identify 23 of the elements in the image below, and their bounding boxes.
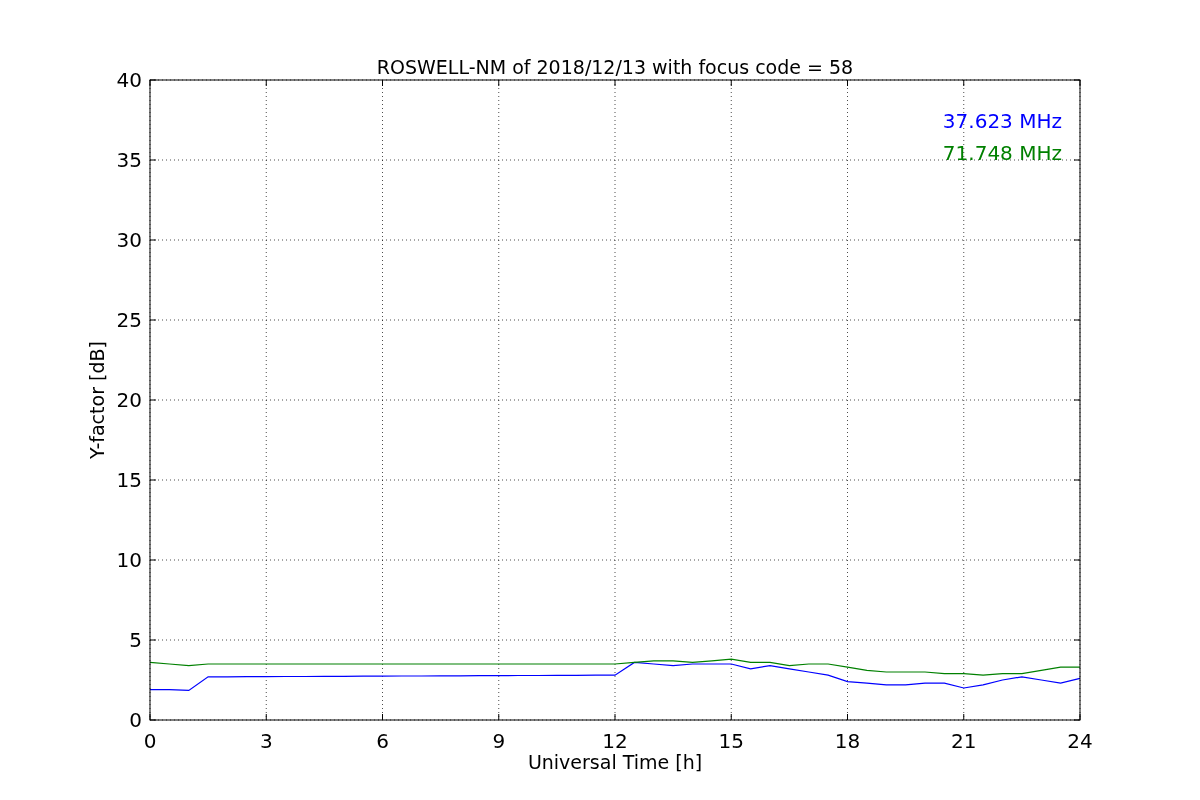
x-tick-label: 3 [259, 729, 273, 753]
y-axis-label: Y-factor [dB] [86, 341, 108, 459]
chart-title: ROSWELL-NM of 2018/12/13 with focus code = 58 [376, 56, 854, 78]
series-label: 37.623 MHz [942, 109, 1062, 133]
y-tick-label: 20 [116, 388, 142, 412]
y-tick-label: 5 [129, 628, 142, 652]
y-tick-label: 40 [116, 68, 142, 92]
y-tick-label: 10 [116, 548, 142, 572]
x-tick-label: 9 [492, 729, 506, 753]
y-tick-label: 15 [116, 468, 142, 492]
x-tick-label: 6 [376, 729, 389, 753]
x-tick-label: 21 [951, 729, 977, 753]
x-tick-label: 0 [143, 729, 157, 753]
x-tick-label: 24 [1067, 729, 1093, 753]
y-tick-label: 0 [129, 708, 142, 732]
x-tick-label: 15 [718, 729, 744, 753]
x-tick-label: 18 [834, 729, 861, 753]
series-label: 71.748 MHz [942, 141, 1062, 165]
x-axis-label: Universal Time [h] [527, 751, 703, 773]
y-tick-label: 30 [116, 228, 142, 252]
x-tick-label: 12 [602, 729, 628, 753]
y-tick-label: 35 [116, 148, 142, 172]
y-tick-label: 25 [116, 308, 142, 332]
